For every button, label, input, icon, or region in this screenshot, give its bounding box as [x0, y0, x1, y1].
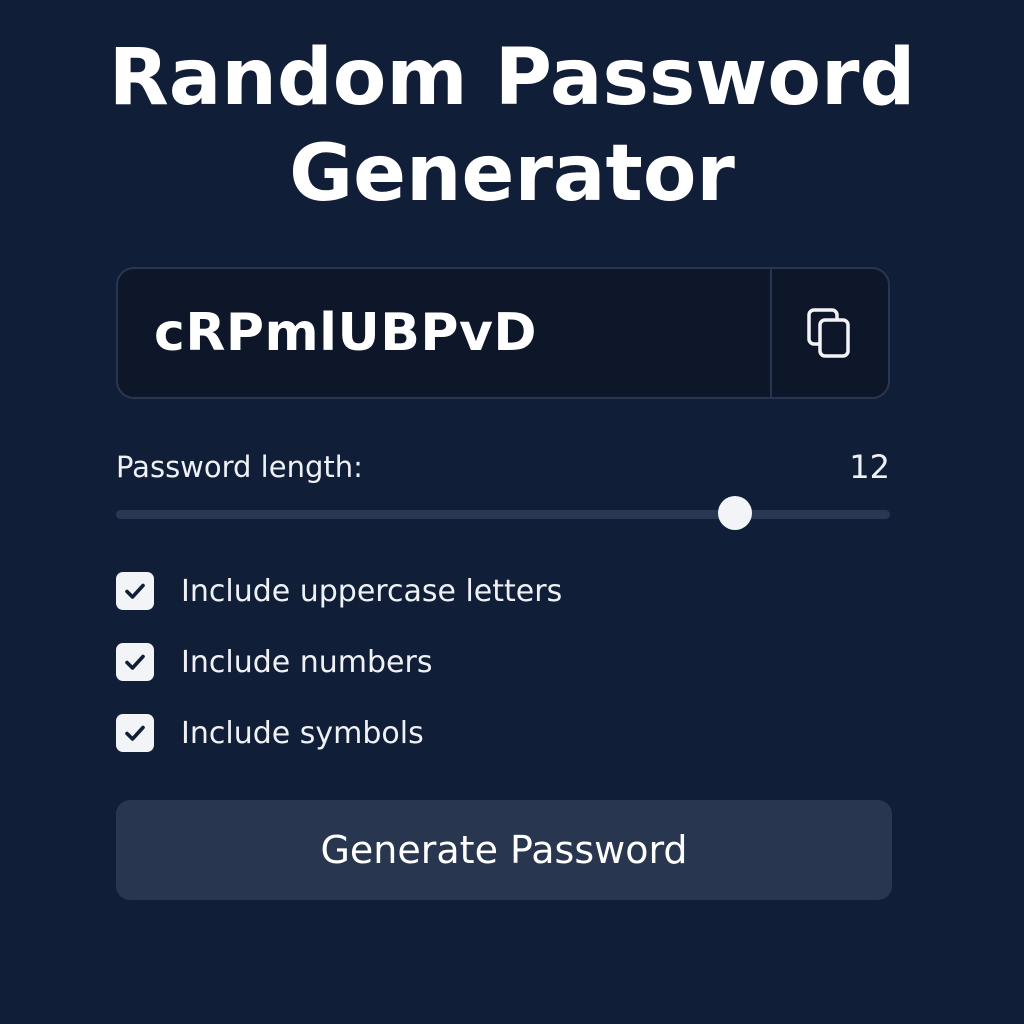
slider-thumb[interactable] [718, 496, 753, 530]
option-uppercase[interactable]: Include uppercase letters [116, 572, 562, 610]
title-line-1: Random Password [108, 33, 916, 123]
password-output-box: cRPmlUBPvD [116, 267, 890, 399]
uppercase-label: Include uppercase letters [181, 573, 563, 609]
option-numbers[interactable]: Include numbers [116, 643, 432, 681]
symbols-checkbox[interactable] [116, 714, 154, 752]
copy-icon [807, 308, 850, 358]
copy-button[interactable] [770, 269, 888, 397]
page-title: Random Password Generator [0, 30, 1024, 222]
generate-password-button[interactable]: Generate Password [116, 800, 892, 900]
password-length-label: Password length: [116, 450, 363, 484]
slider-track[interactable] [116, 510, 890, 519]
password-length-slider[interactable] [116, 496, 890, 530]
password-output[interactable]: cRPmlUBPvD [118, 269, 770, 397]
password-generator-app: Random Password Generator cRPmlUBPvD Pas… [0, 0, 1024, 1024]
password-length-value: 12 [849, 448, 890, 486]
uppercase-checkbox[interactable] [116, 572, 154, 610]
checkmark-icon [125, 583, 145, 599]
option-symbols[interactable]: Include symbols [116, 714, 424, 752]
symbols-label: Include symbols [181, 715, 424, 751]
checkmark-icon [125, 654, 145, 670]
title-line-2: Generator [289, 129, 735, 219]
numbers-checkbox[interactable] [116, 643, 154, 681]
checkmark-icon [125, 725, 145, 741]
numbers-label: Include numbers [181, 644, 433, 680]
